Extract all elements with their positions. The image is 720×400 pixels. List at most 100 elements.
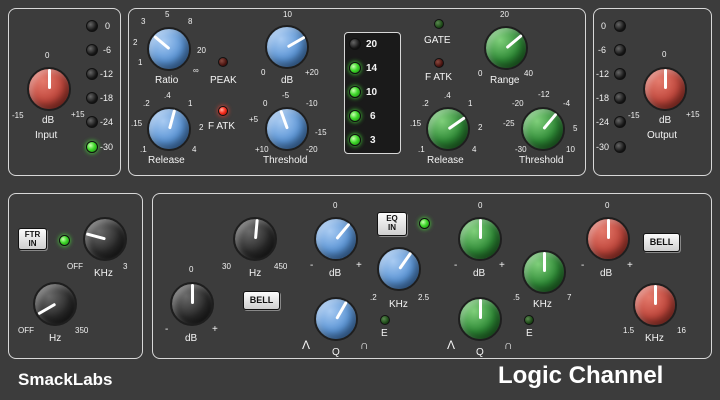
comp-threshold-label: Threshold bbox=[263, 155, 308, 166]
filter-in-button[interactable]: FTR IN bbox=[18, 228, 47, 250]
output-meter-led-2 bbox=[614, 68, 626, 80]
eq-high-gain-min: - bbox=[581, 260, 585, 271]
eq-lowmid-gain-knob[interactable] bbox=[314, 217, 358, 261]
filter-highpass-knob[interactable] bbox=[33, 282, 77, 326]
comp-db-label: dB bbox=[281, 75, 294, 86]
gate-range-knob[interactable] bbox=[484, 26, 528, 70]
range-tick-20: 20 bbox=[500, 10, 509, 19]
gate-rel-tick-04: .4 bbox=[444, 91, 451, 100]
eq-low-freq-label: Hz bbox=[249, 268, 262, 279]
output-label: Output bbox=[647, 130, 678, 141]
eq-low-gain-mid: 0 bbox=[189, 265, 194, 274]
eq-high-freq-knob[interactable] bbox=[633, 283, 677, 327]
gate-fatk-label: F ATK bbox=[425, 72, 453, 83]
output-meter-label-4: -24 bbox=[596, 117, 610, 127]
gr-label-10: 10 bbox=[366, 87, 378, 98]
eq-low-gain-knob[interactable] bbox=[170, 282, 214, 326]
eq-hm-q-min: Λ bbox=[447, 338, 456, 352]
comp-rel-tick-015: .15 bbox=[131, 119, 143, 128]
eq-lm-gain-max: + bbox=[356, 260, 362, 271]
gate-label: GATE bbox=[424, 35, 451, 46]
output-meter-led-5 bbox=[614, 141, 626, 153]
comp-thr-tick-m20: -20 bbox=[306, 145, 318, 154]
gate-led[interactable] bbox=[434, 19, 444, 29]
eq-low-freq-knob[interactable] bbox=[233, 217, 277, 261]
gate-threshold-knob[interactable] bbox=[521, 107, 565, 151]
eq-lm-e-led[interactable] bbox=[380, 315, 390, 325]
gate-release-label: Release bbox=[427, 155, 464, 166]
comp-fatk-led[interactable] bbox=[218, 106, 228, 116]
eq-highmid-gain-knob[interactable] bbox=[458, 217, 502, 261]
comp-thr-tick-p5: +5 bbox=[249, 115, 259, 124]
range-tick-40: 40 bbox=[524, 69, 533, 78]
eq-hm-q-label: Q bbox=[476, 347, 484, 358]
input-meter-label-5: -30 bbox=[100, 142, 114, 152]
eq-hm-gain-label: dB bbox=[473, 268, 486, 279]
comp-threshold-knob[interactable] bbox=[265, 107, 309, 151]
gr-led-6 bbox=[349, 110, 361, 122]
eq-highmid-freq-knob[interactable] bbox=[522, 250, 566, 294]
ratio-tick-2: 2 bbox=[133, 38, 138, 47]
comp-release-label: Release bbox=[148, 155, 185, 166]
comp-thr-tick-m10: -10 bbox=[306, 99, 318, 108]
filter-hp-label: Hz bbox=[49, 333, 62, 344]
gate-thr-tick-5: 5 bbox=[573, 124, 578, 133]
eq-lm-gain-label: dB bbox=[329, 268, 342, 279]
eq-lm-freq-min: .2 bbox=[370, 293, 377, 302]
eq-lm-e-label: E bbox=[381, 328, 388, 339]
gate-thr-tick-m4: -4 bbox=[563, 99, 571, 108]
eq-hm-gain-min: - bbox=[454, 260, 458, 271]
input-meter-led-0 bbox=[86, 20, 98, 32]
gate-rel-tick-4: 4 bbox=[472, 145, 477, 154]
comp-thr-tick-m5: -5 bbox=[282, 91, 290, 100]
output-meter-label-0: 0 bbox=[601, 21, 607, 31]
input-meter-led-2 bbox=[86, 68, 98, 80]
company-logo: SmackLabs bbox=[18, 370, 113, 389]
input-meter-led-1 bbox=[86, 44, 98, 56]
comp-db-tick-10: 10 bbox=[283, 10, 292, 19]
comp-thr-tick-p10: +10 bbox=[255, 145, 269, 154]
gate-rel-tick-1: 1 bbox=[468, 99, 473, 108]
comp-gain-knob[interactable] bbox=[265, 25, 309, 69]
eq-hm-e-led[interactable] bbox=[524, 315, 534, 325]
eq-high-gain-knob[interactable] bbox=[586, 217, 630, 261]
peak-led[interactable] bbox=[218, 57, 228, 67]
input-meter-label-3: -18 bbox=[100, 93, 114, 103]
output-gain-knob[interactable] bbox=[643, 67, 687, 111]
eq-lm-gain-mid: 0 bbox=[333, 201, 338, 210]
eq-high-freq-label: KHz bbox=[645, 333, 664, 344]
eq-hm-gain-mid: 0 bbox=[478, 201, 483, 210]
eq-high-freq-min: 1.5 bbox=[623, 326, 635, 335]
eq-lm-freq-max: 2.5 bbox=[418, 293, 430, 302]
comp-rel-tick-01: .1 bbox=[140, 145, 147, 154]
gate-release-knob[interactable] bbox=[426, 107, 470, 151]
ratio-tick-1: 1 bbox=[138, 58, 143, 67]
input-meter-label-2: -12 bbox=[100, 69, 114, 79]
eq-high-gain-max: + bbox=[627, 260, 633, 271]
comp-release-knob[interactable] bbox=[147, 107, 191, 151]
comp-thr-tick-m15: -15 bbox=[315, 128, 327, 137]
gate-threshold-label: Threshold bbox=[519, 155, 564, 166]
eq-high-bell-button[interactable]: BELL bbox=[643, 233, 680, 252]
input-unit-label: dB bbox=[42, 115, 55, 126]
filter-lp-label: KHz bbox=[94, 268, 113, 279]
ratio-knob[interactable] bbox=[147, 27, 191, 71]
gate-fatk-led[interactable] bbox=[434, 58, 444, 68]
eq-lm-q-min: Λ bbox=[302, 338, 311, 352]
input-meter-label-0: 0 bbox=[105, 21, 111, 31]
eq-hm-e-label: E bbox=[526, 328, 533, 339]
comp-thr-tick-0: 0 bbox=[263, 99, 268, 108]
input-tick-max: +15 bbox=[71, 110, 85, 119]
filter-lowpass-knob[interactable] bbox=[83, 217, 127, 261]
output-meter-led-3 bbox=[614, 92, 626, 104]
eq-low-bell-button[interactable]: BELL bbox=[243, 291, 280, 310]
comp-db-tick-20: +20 bbox=[305, 68, 319, 77]
eq-lm-freq-label: KHz bbox=[389, 299, 408, 310]
eq-highmid-q-knob[interactable] bbox=[458, 297, 502, 341]
eq-lowmid-q-knob[interactable] bbox=[314, 297, 358, 341]
eq-hm-freq-min: .5 bbox=[513, 293, 520, 302]
input-gain-knob[interactable] bbox=[27, 67, 71, 111]
eq-lowmid-freq-knob[interactable] bbox=[377, 247, 421, 291]
eq-in-button[interactable]: EQ IN bbox=[377, 212, 407, 236]
filter-lp-max: 3 bbox=[123, 262, 128, 271]
